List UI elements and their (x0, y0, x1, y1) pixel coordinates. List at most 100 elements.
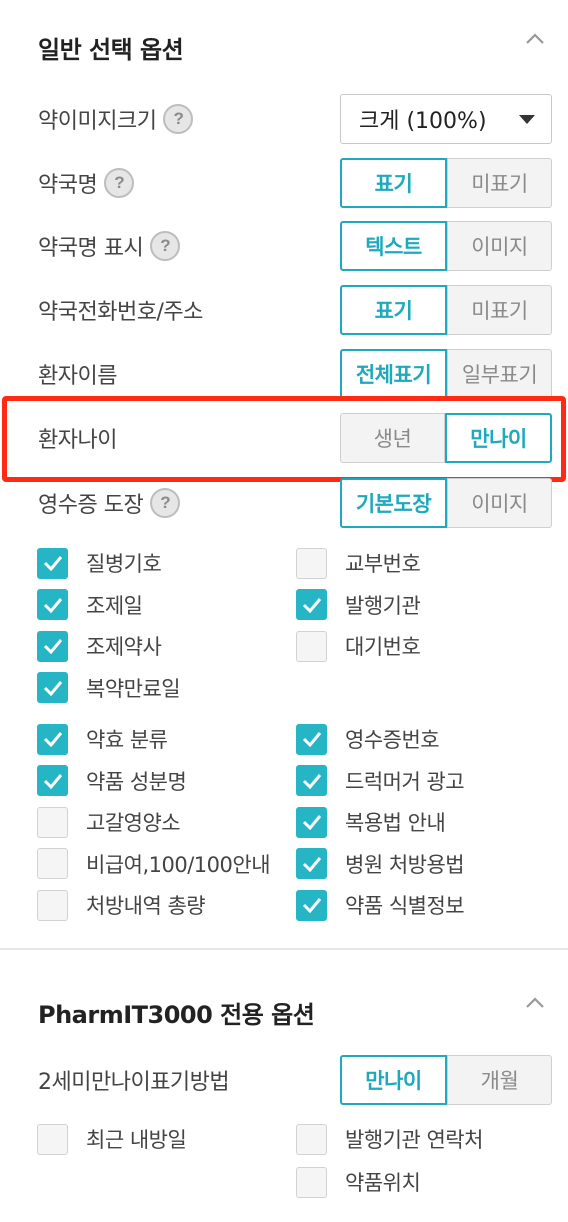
chevron-up-icon (526, 997, 544, 1008)
checkbox-option[interactable]: 고갈영양소 (37, 805, 181, 839)
checkbox-label: 발행기관 (345, 593, 421, 618)
collapse-general-button[interactable] (520, 24, 550, 54)
general-options-title: 일반 선택 옵션 (38, 36, 184, 64)
chevron-up-icon (526, 33, 544, 44)
checkbox-label: 조제약사 (86, 635, 162, 659)
pharmacy-contact-show-option[interactable]: 표기 (340, 285, 447, 335)
checkbox-label: 약품 식별정보 (345, 894, 465, 918)
checkbox-label: 영수증번호 (345, 728, 440, 752)
checkbox-option[interactable]: 드럭머거 광고 (296, 764, 465, 798)
checkbox-checked[interactable] (296, 889, 327, 921)
checkbox-option[interactable]: 대기번호 (296, 629, 421, 663)
help-icon[interactable]: ? (150, 488, 181, 518)
checkbox-label: 질병기호 (86, 552, 162, 576)
checkbox-unchecked[interactable] (296, 630, 327, 662)
checkbox-unchecked[interactable] (37, 889, 68, 921)
caret-down-icon (519, 115, 535, 124)
checkmark-icon (302, 773, 321, 789)
checkbox-unchecked[interactable] (37, 806, 68, 838)
checkbox-label: 복용법 안내 (345, 811, 446, 835)
checkbox-option[interactable]: 약품 성분명 (37, 764, 187, 798)
checkbox-checked[interactable] (296, 723, 327, 755)
checkbox-label: 약품 성분명 (86, 769, 187, 794)
checkbox-option[interactable]: 질병기호 (37, 546, 162, 580)
checkbox-checked[interactable] (37, 672, 68, 703)
checkbox-checked[interactable] (296, 848, 327, 879)
checkbox-option[interactable]: 조제약사 (37, 629, 162, 663)
checkbox-label: 병원 처방용법 (345, 852, 465, 877)
receipt-stamp-label: 영수증 도장 ? (38, 478, 181, 528)
help-icon[interactable]: ? (163, 104, 194, 134)
checkmark-icon (43, 773, 62, 789)
checkbox-option[interactable]: 비급여,100/100안내 (37, 847, 271, 881)
checkmark-icon (302, 898, 321, 913)
pharmacy-name-show-option[interactable]: 표기 (340, 158, 447, 208)
checkbox-checked[interactable] (37, 765, 68, 796)
pharmacy-contact-hide-option[interactable]: 미표기 (447, 285, 552, 335)
age-method-months-option[interactable]: 개월 (447, 1055, 552, 1105)
checkbox-unchecked[interactable] (296, 1123, 327, 1155)
pharmacy-name-label: 약국명 ? (38, 158, 135, 208)
checkbox-unchecked[interactable] (37, 848, 68, 879)
checkbox-option[interactable]: 발행기관 연락처 (296, 1122, 483, 1156)
patient-age-label: 환자나이 (38, 428, 117, 453)
checkbox-option[interactable]: 복약만료일 (37, 671, 181, 705)
checkmark-icon (302, 815, 321, 830)
checkbox-option[interactable]: 병원 처방용법 (296, 847, 465, 881)
checkbox-checked[interactable] (37, 547, 68, 579)
patient-age-birthyear-option[interactable]: 생년 (340, 413, 445, 463)
section-divider (0, 948, 568, 950)
patient-age-toggle: 생년 만나이 (340, 413, 552, 463)
checkbox-checked[interactable] (296, 589, 327, 620)
image-size-label: 약이미지크기 ? (38, 94, 194, 144)
patient-name-label: 환자이름 (38, 364, 117, 389)
checkmark-icon (302, 732, 321, 747)
age-method-toggle: 만나이 개월 (340, 1055, 552, 1105)
receipt-stamp-toggle: 기본도장 이미지 (340, 478, 552, 528)
checkbox-checked[interactable] (37, 723, 68, 755)
pharmacy-name-hide-option[interactable]: 미표기 (447, 158, 552, 208)
image-size-select[interactable]: 크게 (100%) (340, 94, 552, 144)
checkbox-option[interactable]: 조제일 (37, 588, 143, 622)
checkmark-icon (43, 597, 62, 613)
checkbox-label: 최근 내방일 (86, 1128, 187, 1152)
checkbox-checked[interactable] (37, 630, 68, 662)
pharmacy-display-image-option[interactable]: 이미지 (447, 221, 552, 271)
help-icon[interactable]: ? (104, 168, 135, 198)
print-options-panel: 일반 선택 옵션 약이미지크기 ? 크게 (100%) 약국명 ? 표기 미표기… (0, 0, 568, 1222)
checkbox-checked[interactable] (37, 589, 68, 620)
checkbox-option[interactable]: 최근 내방일 (37, 1122, 187, 1156)
checkbox-checked[interactable] (296, 765, 327, 796)
checkbox-option[interactable]: 영수증번호 (296, 722, 440, 756)
pharmacy-name-toggle: 표기 미표기 (340, 158, 552, 208)
checkbox-unchecked[interactable] (37, 1123, 68, 1155)
age-method-fullage-option[interactable]: 만나이 (340, 1055, 447, 1105)
checkbox-option[interactable]: 발행기관 (296, 588, 421, 622)
pharmacy-display-text-option[interactable]: 텍스트 (340, 221, 447, 271)
checkbox-option[interactable]: 약품 식별정보 (296, 888, 465, 922)
age-method-label: 2세미만나이표기방법 (38, 1070, 230, 1095)
checkbox-label: 약품위치 (345, 1171, 421, 1195)
receipt-stamp-image-option[interactable]: 이미지 (447, 478, 552, 528)
checkbox-option[interactable]: 약효 분류 (37, 722, 168, 756)
checkbox-label: 발행기관 연락처 (345, 1128, 483, 1152)
pharmacy-display-label: 약국명 표시 ? (38, 221, 181, 271)
help-icon[interactable]: ? (150, 231, 181, 261)
checkbox-unchecked[interactable] (296, 547, 327, 579)
checkbox-option[interactable]: 복용법 안내 (296, 805, 446, 839)
checkbox-option[interactable]: 처방내역 총량 (37, 888, 206, 922)
patient-name-full-option[interactable]: 전체표기 (340, 349, 447, 399)
receipt-stamp-default-option[interactable]: 기본도장 (340, 478, 447, 528)
checkbox-option[interactable]: 약품위치 (296, 1165, 421, 1199)
checkbox-label: 고갈영양소 (86, 811, 181, 835)
checkbox-option[interactable]: 교부번호 (296, 546, 421, 580)
checkbox-label: 복약만료일 (86, 676, 181, 701)
checkbox-checked[interactable] (296, 806, 327, 838)
checkbox-unchecked[interactable] (296, 1166, 327, 1198)
patient-name-partial-option[interactable]: 일부표기 (447, 349, 552, 399)
patient-name-toggle: 전체표기 일부표기 (340, 349, 552, 399)
checkbox-label: 약효 분류 (86, 728, 168, 752)
patient-age-fullage-option[interactable]: 만나이 (445, 413, 552, 463)
collapse-pharmit-button[interactable] (520, 988, 550, 1018)
checkbox-label: 교부번호 (345, 552, 421, 576)
